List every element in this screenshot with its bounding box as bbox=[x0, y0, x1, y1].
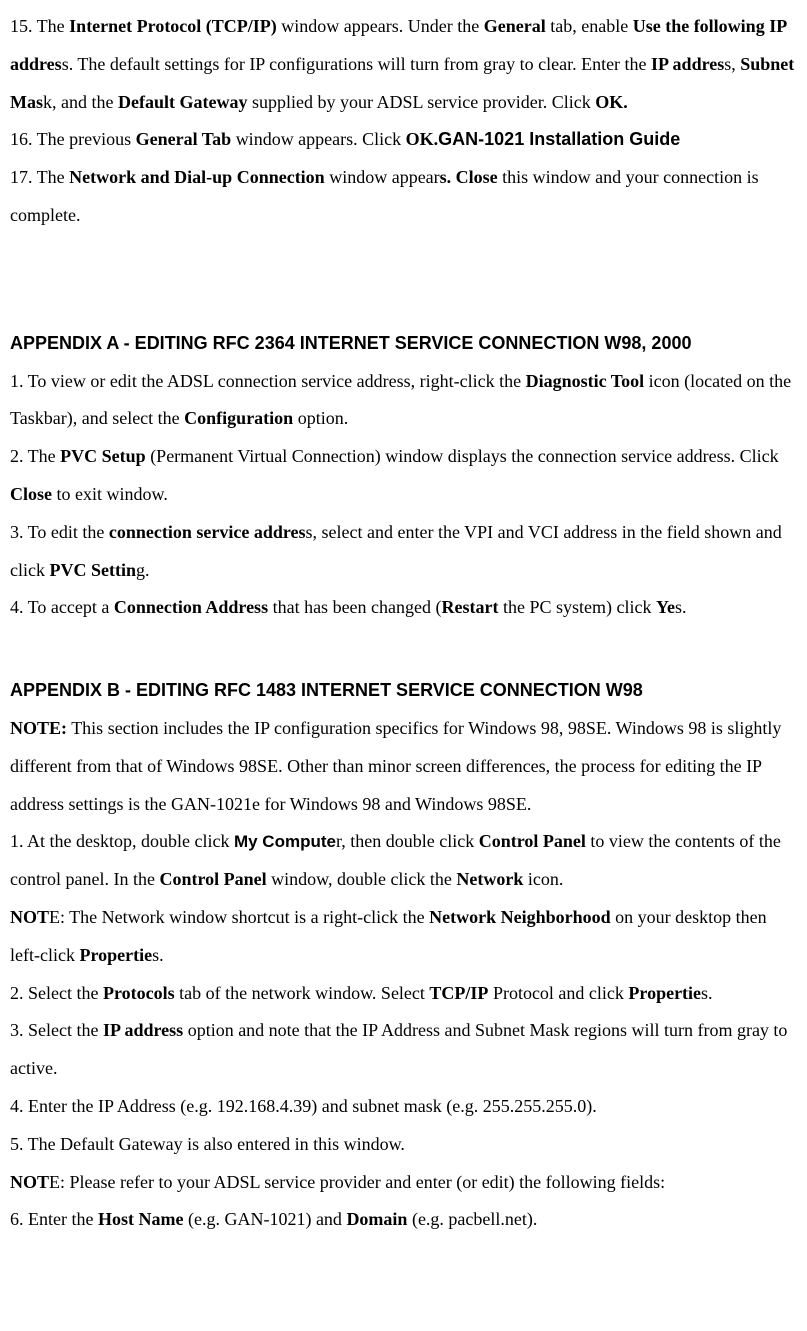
text: icon. bbox=[523, 869, 563, 889]
text: tab, enable bbox=[546, 16, 633, 36]
inline-heading: GAN-1021 Installation Guide bbox=[438, 129, 680, 149]
text: 1. To view or edit the ADSL connection s… bbox=[10, 371, 526, 391]
text: supplied by your ADSL service provider. … bbox=[247, 92, 595, 112]
appendix-b-step-2: 2. Select the Protocols tab of the netwo… bbox=[10, 975, 797, 1013]
text: that has been changed ( bbox=[268, 597, 441, 617]
appendix-b-heading: APPENDIX B - EDITING RFC 1483 INTERNET S… bbox=[10, 672, 797, 710]
bold-text: Propertie bbox=[79, 945, 152, 965]
text: window appears. Under the bbox=[277, 16, 484, 36]
appendix-b-step-6: 6. Enter the Host Name (e.g. GAN-1021) a… bbox=[10, 1201, 797, 1239]
text: r, then double click bbox=[336, 831, 479, 851]
text: 16. The previous bbox=[10, 129, 136, 149]
bold-text: PVC Settin bbox=[49, 560, 136, 580]
bold-text: Default Gateway bbox=[118, 92, 247, 112]
bold-text: Configuration bbox=[184, 408, 293, 428]
appendix-b-step-4: 4. Enter the IP Address (e.g. 192.168.4.… bbox=[10, 1088, 797, 1126]
text: 3. To edit the bbox=[10, 522, 109, 542]
text: k, and the bbox=[43, 92, 118, 112]
appendix-a-step-2: 2. The PVC Setup (Permanent Virtual Conn… bbox=[10, 438, 797, 514]
text: window appears. Click bbox=[231, 129, 405, 149]
text: (e.g. GAN-1021) and bbox=[183, 1209, 346, 1229]
bold-text: Close bbox=[10, 484, 52, 504]
bold-text: Diagnostic Tool bbox=[526, 371, 645, 391]
appendix-a-step-3: 3. To edit the connection service addres… bbox=[10, 514, 797, 590]
appendix-b-step-1: 1. At the desktop, double click My Compu… bbox=[10, 823, 797, 899]
text: to exit window. bbox=[52, 484, 168, 504]
heading-text: APPENDIX A - EDITING RFC 2364 INTERNET S… bbox=[10, 333, 691, 353]
bold-text: General Tab bbox=[136, 129, 232, 149]
text: window appear bbox=[325, 167, 440, 187]
bold-text: IP address bbox=[103, 1020, 183, 1040]
text: g. bbox=[136, 560, 150, 580]
document-body: 15. The Internet Protocol (TCP/IP) windo… bbox=[10, 8, 797, 1239]
text: (Permanent Virtual Connection) window di… bbox=[146, 446, 779, 466]
text: 15. The bbox=[10, 16, 69, 36]
bold-text: Internet Protocol (TCP/IP) bbox=[69, 16, 277, 36]
text: (e.g. pacbell.net). bbox=[407, 1209, 537, 1229]
text: option. bbox=[293, 408, 348, 428]
bold-text: Control Panel bbox=[159, 869, 266, 889]
bold-text: NOTE: bbox=[10, 718, 67, 738]
bold-text: Network Neighborhood bbox=[429, 907, 611, 927]
text: window, double click the bbox=[267, 869, 457, 889]
appendix-b-note-2: NOTE: The Network window shortcut is a r… bbox=[10, 899, 797, 975]
appendix-b-note-3: NOTE: Please refer to your ADSL service … bbox=[10, 1164, 797, 1202]
bold-text: Protocols bbox=[103, 983, 175, 1003]
text: 1. At the desktop, double click bbox=[10, 831, 234, 851]
text: 2. Select the bbox=[10, 983, 103, 1003]
bold-text: Connection Address bbox=[114, 597, 268, 617]
appendix-a-heading: APPENDIX A - EDITING RFC 2364 INTERNET S… bbox=[10, 325, 797, 363]
step-15: 15. The Internet Protocol (TCP/IP) windo… bbox=[10, 8, 797, 121]
bold-text: Control Panel bbox=[479, 831, 586, 851]
appendix-a-step-1: 1. To view or edit the ADSL connection s… bbox=[10, 363, 797, 439]
text: E: The Network window shortcut is a righ… bbox=[49, 907, 429, 927]
appendix-a-step-4: 4. To accept a Connection Address that h… bbox=[10, 589, 797, 627]
appendix-b-step-5: 5. The Default Gateway is also entered i… bbox=[10, 1126, 797, 1164]
bold-text: OK. bbox=[595, 92, 628, 112]
text: Protocol and click bbox=[488, 983, 628, 1003]
bold-text: Domain bbox=[346, 1209, 407, 1229]
text: 17. The bbox=[10, 167, 69, 187]
text: 4. To accept a bbox=[10, 597, 114, 617]
heading-text: APPENDIX B - EDITING RFC 1483 INTERNET S… bbox=[10, 680, 643, 700]
text: 5. The Default Gateway is also entered i… bbox=[10, 1134, 405, 1154]
bold-text: NOT bbox=[10, 1172, 49, 1192]
bold-text: IP addres bbox=[651, 54, 724, 74]
bold-text: Network bbox=[456, 869, 523, 889]
text: E: Please refer to your ADSL service pro… bbox=[49, 1172, 665, 1192]
bold-text: s. Close bbox=[440, 167, 498, 187]
text: s. The default settings for IP configura… bbox=[62, 54, 651, 74]
text: s, bbox=[724, 54, 740, 74]
bold-text: General bbox=[484, 16, 546, 36]
step-17: 17. The Network and Dial-up Connection w… bbox=[10, 159, 797, 235]
text: 2. The bbox=[10, 446, 60, 466]
bold-text: Restart bbox=[442, 597, 499, 617]
text: s. bbox=[675, 597, 687, 617]
appendix-b-note-1: NOTE: This section includes the IP confi… bbox=[10, 710, 797, 823]
text: the PC system) click bbox=[499, 597, 656, 617]
bold-text: Ye bbox=[656, 597, 675, 617]
text: 3. Select the bbox=[10, 1020, 103, 1040]
bold-text: connection service addres bbox=[109, 522, 306, 542]
spacer bbox=[10, 235, 797, 325]
spacer bbox=[10, 627, 797, 672]
appendix-b-step-3: 3. Select the IP address option and note… bbox=[10, 1012, 797, 1088]
inline-heading: My Compute bbox=[234, 832, 336, 851]
text: tab of the network window. Select bbox=[175, 983, 430, 1003]
bold-text: Host Name bbox=[98, 1209, 183, 1229]
bold-text: TCP/IP bbox=[429, 983, 488, 1003]
bold-text: PVC Setup bbox=[60, 446, 146, 466]
text: 4. Enter the IP Address (e.g. 192.168.4.… bbox=[10, 1096, 597, 1116]
bold-text: Network and Dial-up Connection bbox=[69, 167, 325, 187]
text: This section includes the IP configurati… bbox=[10, 718, 781, 814]
bold-text: Propertie bbox=[628, 983, 701, 1003]
bold-text: NOT bbox=[10, 907, 49, 927]
text: s. bbox=[701, 983, 713, 1003]
text: 6. Enter the bbox=[10, 1209, 98, 1229]
text: s. bbox=[152, 945, 164, 965]
bold-text: OK. bbox=[406, 129, 439, 149]
step-16: 16. The previous General Tab window appe… bbox=[10, 121, 797, 159]
